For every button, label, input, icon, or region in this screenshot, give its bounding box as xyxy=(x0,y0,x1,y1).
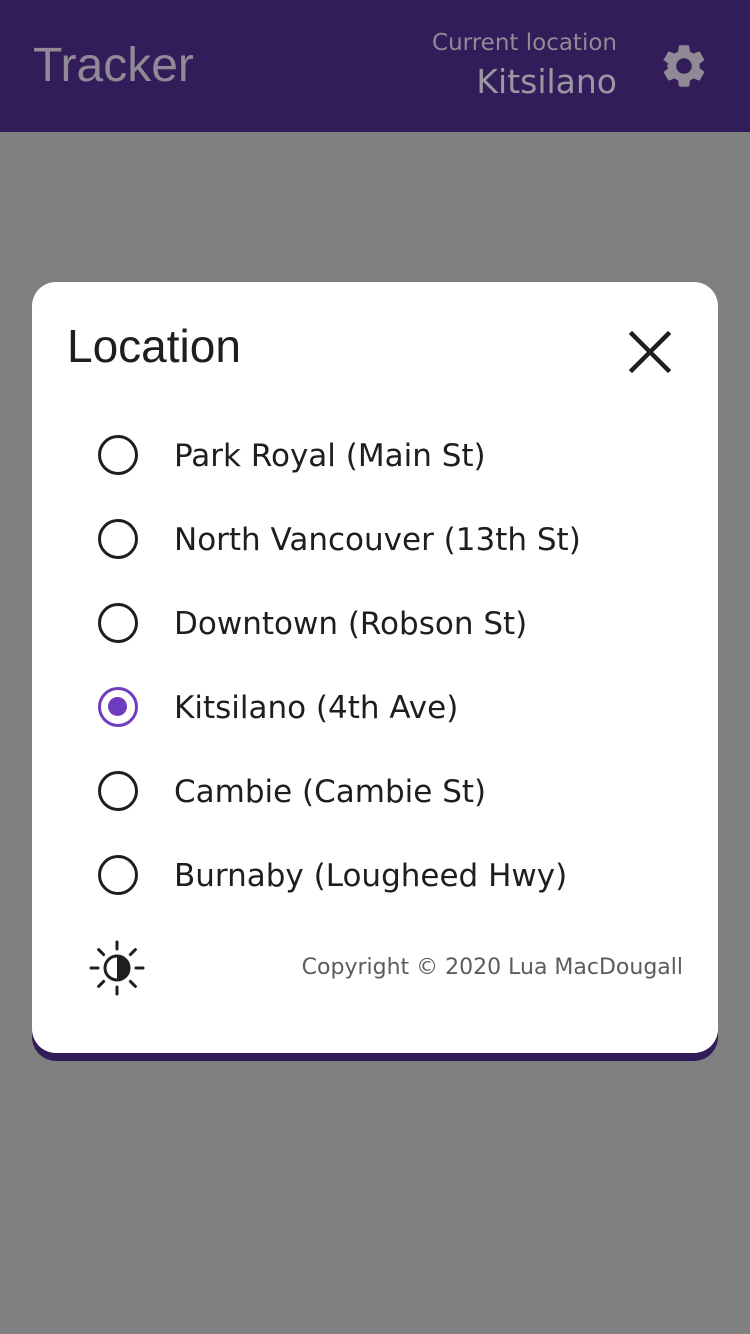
option-label: Burnaby (Lougheed Hwy) xyxy=(174,858,568,894)
radio-button[interactable] xyxy=(98,855,138,895)
location-option[interactable]: Downtown (Robson St) xyxy=(32,583,718,667)
location-dialog: Location Park Royal (Main St) North Vanc… xyxy=(32,282,718,1053)
close-icon[interactable] xyxy=(622,324,678,380)
current-location-value: Kitsilano xyxy=(476,62,617,101)
option-label: Park Royal (Main St) xyxy=(174,438,486,474)
copyright-text: Copyright © 2020 Lua MacDougall xyxy=(301,955,683,980)
location-options: Park Royal (Main St) North Vancouver (13… xyxy=(32,415,718,919)
option-label: Downtown (Robson St) xyxy=(174,606,528,642)
location-option[interactable]: Cambie (Cambie St) xyxy=(32,751,718,835)
radio-button[interactable] xyxy=(98,603,138,643)
current-location: Current location Kitsilano xyxy=(432,28,617,106)
option-label: Cambie (Cambie St) xyxy=(174,774,487,810)
location-option[interactable]: Kitsilano (4th Ave) xyxy=(32,667,718,751)
location-option[interactable]: Burnaby (Lougheed Hwy) xyxy=(32,835,718,919)
current-location-caption: Current location xyxy=(432,30,617,56)
location-option[interactable]: Park Royal (Main St) xyxy=(32,415,718,499)
gear-icon[interactable] xyxy=(658,40,710,92)
option-label: Kitsilano (4th Ave) xyxy=(174,690,459,726)
option-label: North Vancouver (13th St) xyxy=(174,522,581,558)
radio-button[interactable] xyxy=(98,771,138,811)
app-title: Tracker xyxy=(33,39,194,92)
radio-button[interactable] xyxy=(98,435,138,475)
dialog-title: Location xyxy=(67,320,241,372)
radio-button-selected[interactable] xyxy=(98,687,138,727)
radio-button[interactable] xyxy=(98,519,138,559)
app-bar: Tracker Current location Kitsilano xyxy=(0,0,750,132)
brightness-contrast-icon[interactable] xyxy=(88,939,146,997)
location-option[interactable]: North Vancouver (13th St) xyxy=(32,499,718,583)
